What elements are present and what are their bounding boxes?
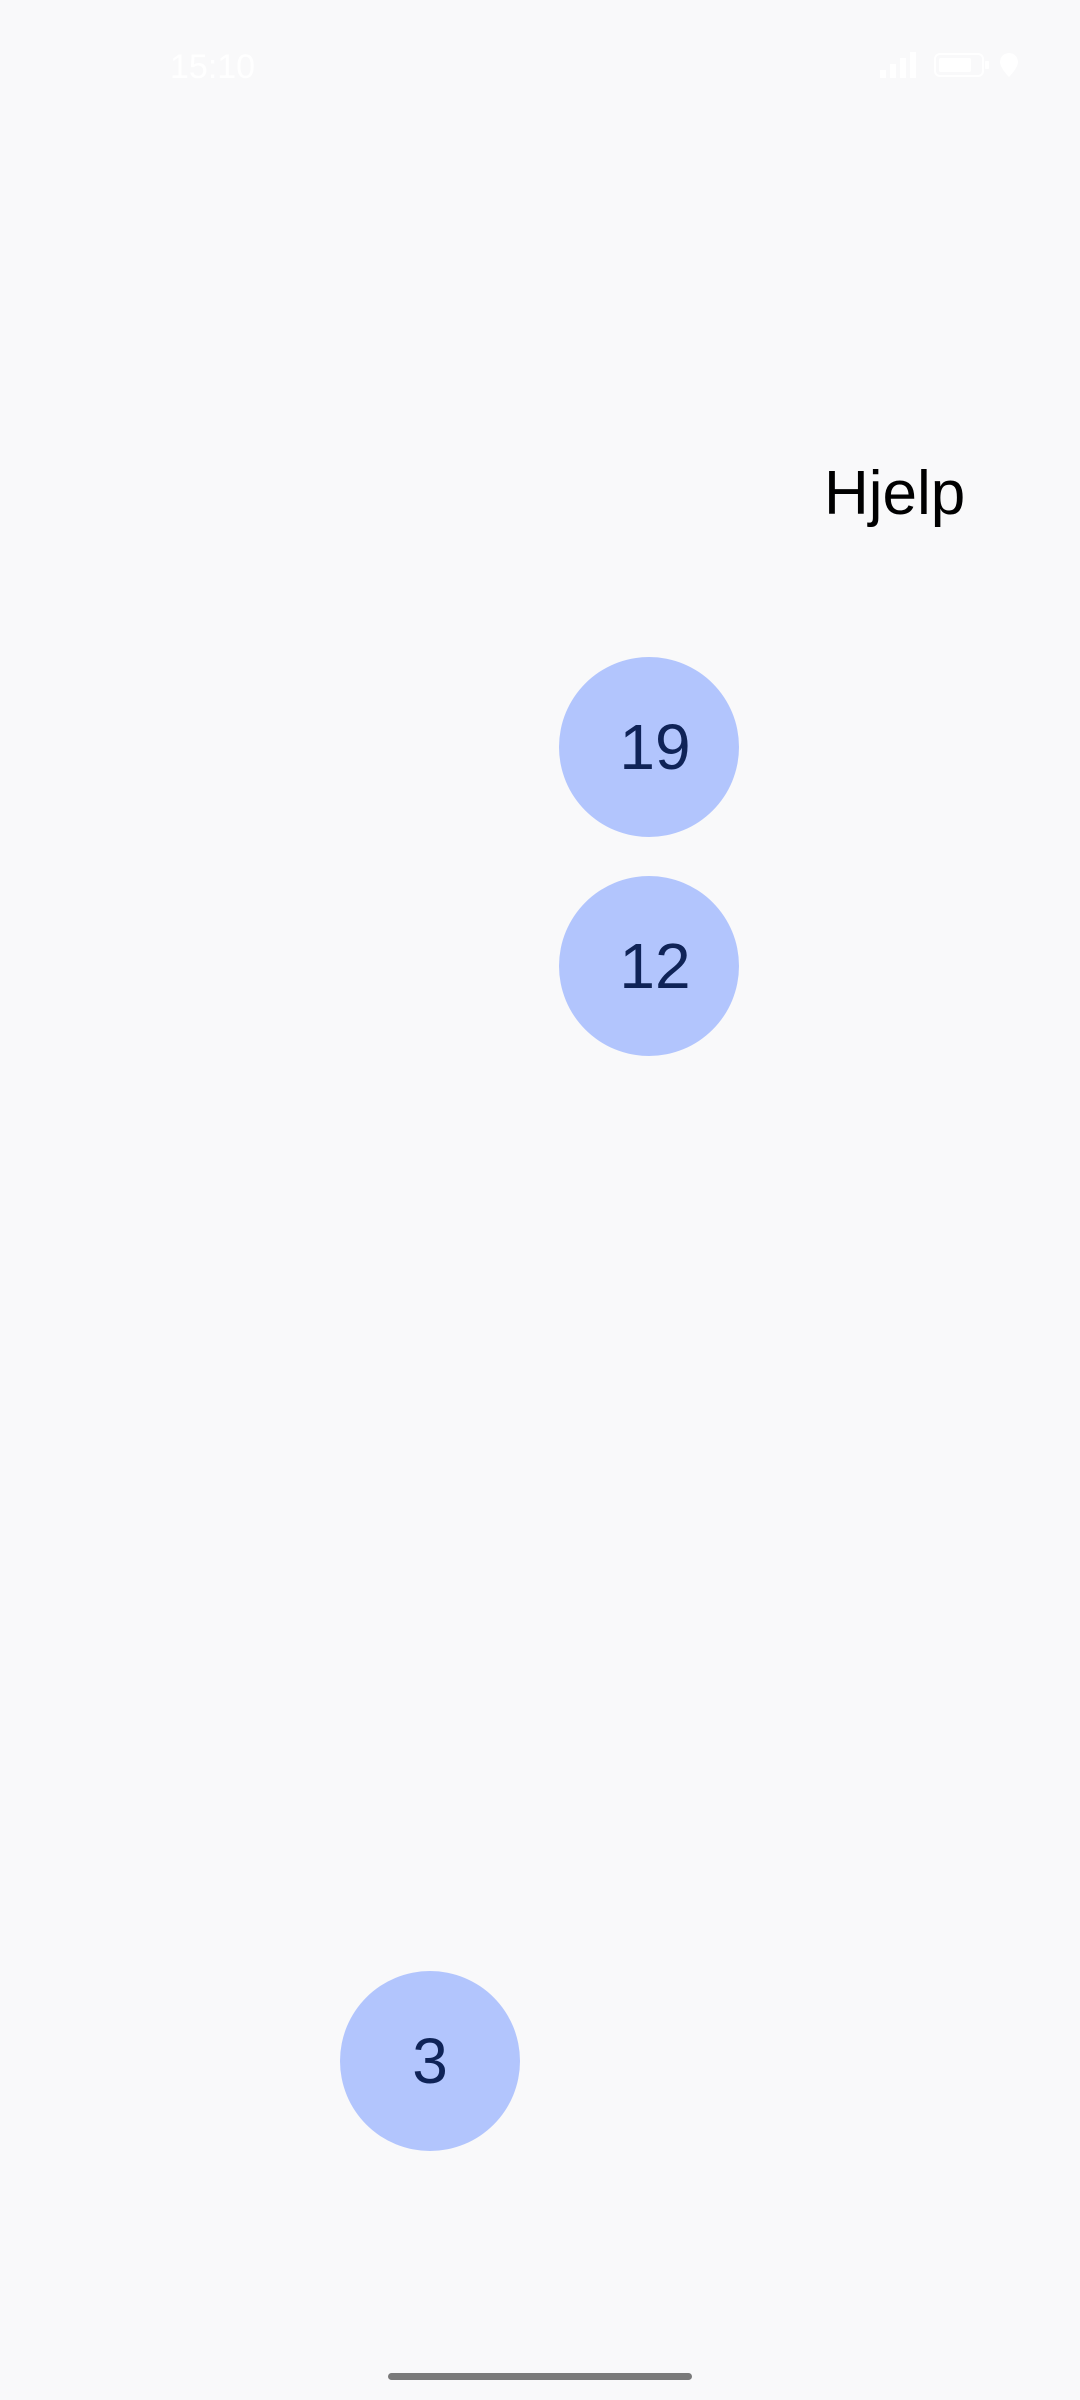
number-button-12[interactable]: 12: [559, 876, 739, 1056]
help-link[interactable]: Hjelp: [824, 458, 965, 529]
home-indicator[interactable]: [388, 2373, 692, 2380]
location-icon: [1000, 53, 1018, 82]
number-label: 3: [412, 2025, 448, 2097]
app-screen: 15:10 Hjelp 19 12 3: [0, 0, 1080, 2400]
number-button-19[interactable]: 19: [559, 657, 739, 837]
signal-icon: [880, 52, 924, 83]
status-time: 15:10: [170, 48, 256, 86]
battery-icon: [934, 52, 990, 83]
number-button-3[interactable]: 3: [340, 1971, 520, 2151]
number-label: 12: [619, 930, 691, 1002]
number-label: 19: [619, 711, 691, 783]
status-icons: [880, 52, 1018, 83]
status-bar: 15:10: [0, 0, 1080, 130]
